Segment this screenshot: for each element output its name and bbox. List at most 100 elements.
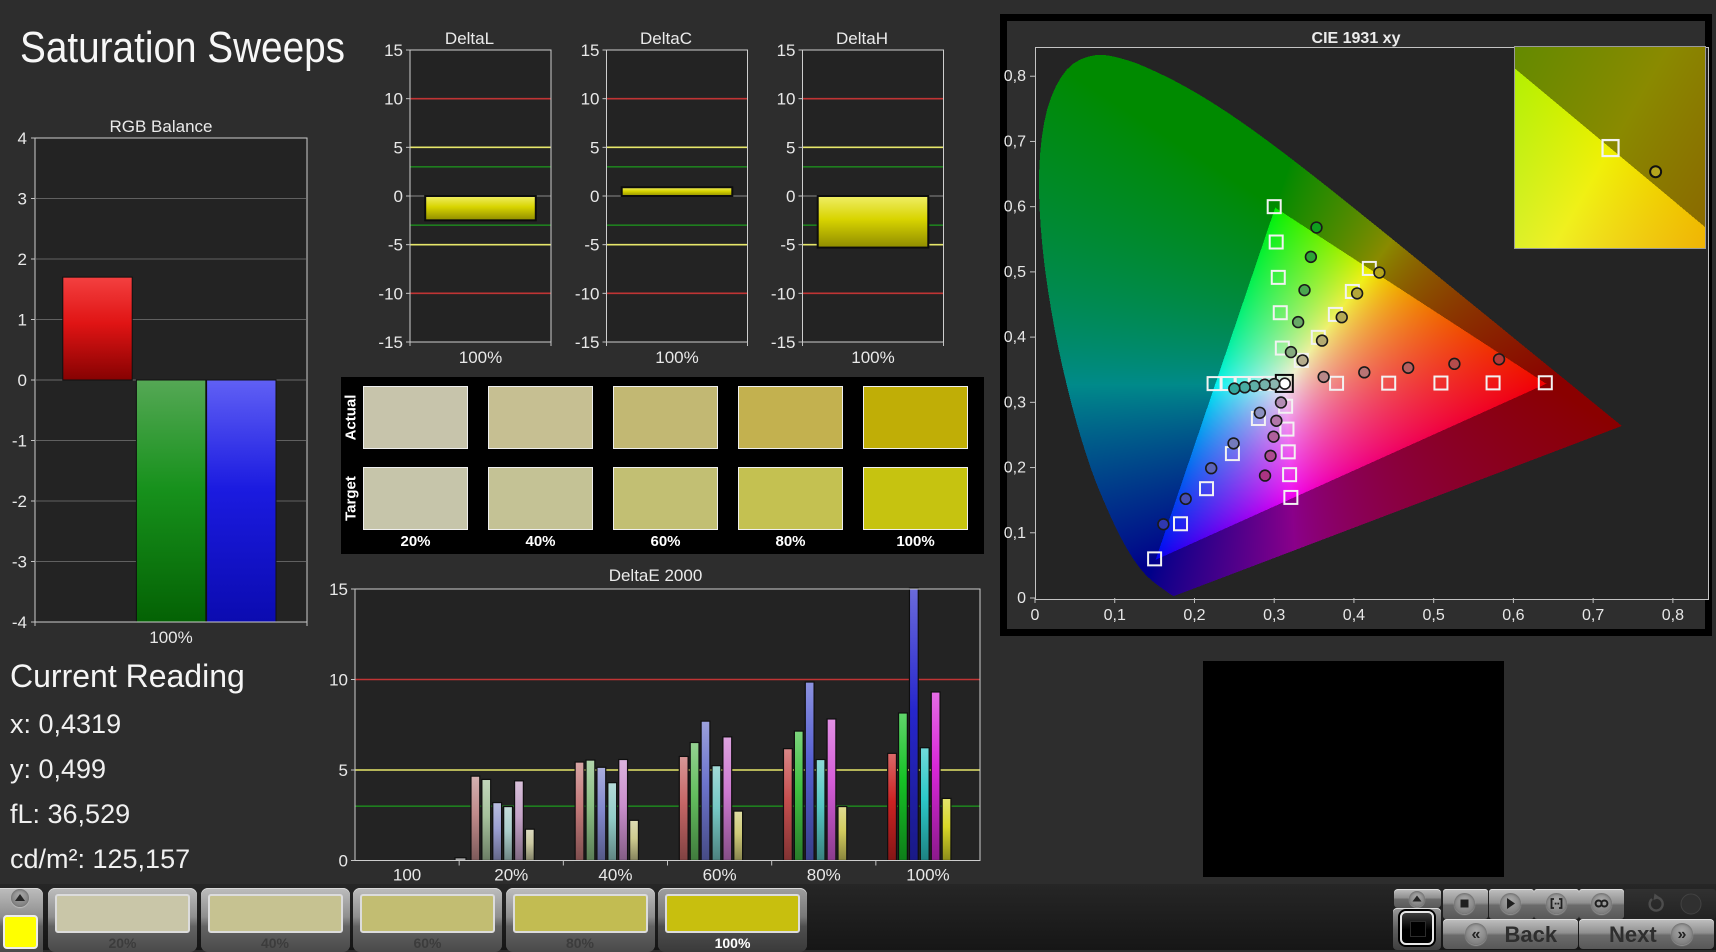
disabled-circle-icon	[1680, 893, 1702, 914]
deltae-bar-yellow	[837, 805, 848, 862]
continuous-button[interactable]	[1579, 888, 1624, 919]
axis-label: 0,4	[1004, 329, 1026, 346]
refresh-icon	[1648, 893, 1702, 914]
deltae-bar-green	[897, 712, 908, 862]
cie-target-blue	[1199, 481, 1215, 497]
cie-target-magenta	[1279, 421, 1295, 437]
inset-target-square	[1601, 138, 1620, 158]
axis-label: 0,1	[1104, 607, 1126, 624]
pattern-button-label: 40%	[260, 935, 290, 951]
cie-target-magenta	[1280, 444, 1296, 460]
cie-inset-overlay	[1601, 138, 1663, 179]
deltae-bar-red	[782, 748, 793, 862]
deltae-bar-blue	[596, 766, 607, 862]
cie-measured-green	[1310, 221, 1323, 234]
axis-label: 0,7	[1582, 607, 1604, 624]
current-color-button[interactable]	[0, 888, 43, 952]
pattern-button-80%[interactable]: 80%	[505, 888, 655, 952]
axis-label: 0,5	[1004, 264, 1026, 281]
deltae-bar-magenta	[513, 780, 524, 862]
chevrons-left-icon: «	[1464, 923, 1487, 945]
pattern-button-60%[interactable]: 60%	[353, 888, 502, 952]
reading-cdm2: cd/m²: 125,157	[10, 844, 191, 874]
stop-button[interactable]	[1442, 888, 1488, 919]
axis-label: 0	[1031, 607, 1040, 624]
pattern-button-40%[interactable]: 40%	[200, 888, 350, 952]
cie-measured-yellow	[1373, 266, 1386, 279]
axis-label: 0,6	[1004, 199, 1026, 216]
svg-text:«: «	[1471, 926, 1480, 943]
cie-measured-red	[1317, 370, 1330, 384]
axis-label: 0,8	[1004, 68, 1026, 85]
cie-measured-blue	[1179, 492, 1192, 506]
cie-measured-cyan	[1238, 381, 1251, 394]
deltae-bar-red	[470, 775, 481, 862]
cie-measured-yellow	[1335, 311, 1348, 324]
deltae-bar-red	[678, 755, 689, 862]
axis-label: 0,4	[1343, 607, 1365, 624]
cie-measured-magenta	[1258, 469, 1272, 482]
pattern-button-label: 20%	[108, 935, 137, 951]
cie-measured-blue	[1205, 462, 1218, 475]
cie-measured-yellow	[1350, 287, 1364, 300]
cie-measured-magenta	[1267, 430, 1280, 443]
saturation-sweeps-screen: Saturation Sweeps RGB Balance 4 3 2 1 0 -1 -2-…	[0, 0, 1716, 952]
bottom-toolbar: 20% 40% 60% 80% 100% « Back Next »	[0, 884, 1716, 952]
axis-label: 0,7	[1004, 133, 1026, 150]
back-label: Back	[1504, 922, 1558, 947]
deltae-bar-blue	[804, 681, 815, 862]
deltae-bar-green	[585, 759, 596, 862]
play-button[interactable]	[1488, 888, 1534, 919]
deltae-bar-green	[481, 778, 492, 862]
deltae-bar-green	[689, 741, 700, 862]
pattern-button-label: 60%	[413, 935, 442, 951]
cie-target-blue	[1173, 516, 1189, 532]
axis-label: 0,8	[1662, 607, 1684, 624]
axis-label: 0,3	[1263, 607, 1285, 624]
pattern-button-20%[interactable]: 20%	[48, 888, 197, 952]
cie-measured-red	[1448, 357, 1461, 371]
inset-measured-circle	[1649, 165, 1663, 179]
pattern-button-label: 80%	[565, 935, 595, 951]
cie-target-green	[1270, 269, 1286, 285]
pattern-window-button[interactable]	[1393, 908, 1441, 950]
pattern-button-100%[interactable]: 100%	[658, 888, 807, 952]
pattern-swatch-20%	[55, 894, 190, 933]
axis-label: 100%	[906, 866, 949, 885]
measure-button[interactable]	[1534, 888, 1579, 919]
advance-button[interactable]	[1394, 889, 1441, 908]
pattern-swatch-60%	[360, 894, 495, 933]
cie-measured-green	[1304, 250, 1318, 264]
deltae-bar-cyan	[815, 758, 826, 862]
plot-background	[355, 589, 980, 861]
cie-measured-magenta	[1270, 414, 1283, 427]
pattern-swatch-40%	[207, 894, 343, 933]
back-button[interactable]: « Back	[1442, 919, 1578, 949]
cie-target-red	[1485, 375, 1501, 391]
cie-measured-blue	[1253, 406, 1267, 419]
deltae-bar-yellow	[733, 810, 744, 862]
advance-pattern-icon	[11, 889, 29, 907]
cie-measured-cyan	[1228, 382, 1241, 395]
infinity-icon	[1590, 892, 1612, 914]
axis-label: 0,3	[1004, 394, 1026, 411]
reading-x: x: 0,4319	[10, 709, 122, 739]
deltae-bar-cyan	[919, 747, 930, 862]
disabled-controls	[1624, 888, 1716, 919]
cie-measured-red	[1492, 353, 1506, 366]
deltae-bar-blue	[492, 801, 503, 862]
axis-label: 100	[393, 866, 421, 885]
cie-measured-yellow	[1315, 334, 1329, 347]
current-color-swatch	[3, 915, 38, 949]
next-button[interactable]: Next »	[1579, 919, 1714, 949]
reading-y: y: 0,499	[10, 754, 107, 784]
cie-measured-green	[1298, 283, 1311, 297]
cie-target-red	[1381, 375, 1397, 391]
axis-label: 40%	[598, 866, 632, 885]
deltae-bar-red	[574, 761, 585, 862]
cie-target-blue	[1147, 551, 1163, 567]
chevrons-right-icon: »	[1671, 923, 1693, 945]
axis-label: 0,2	[1004, 460, 1026, 477]
deltae-bar-cyan	[711, 765, 722, 862]
cie-measured-red	[1401, 361, 1415, 374]
